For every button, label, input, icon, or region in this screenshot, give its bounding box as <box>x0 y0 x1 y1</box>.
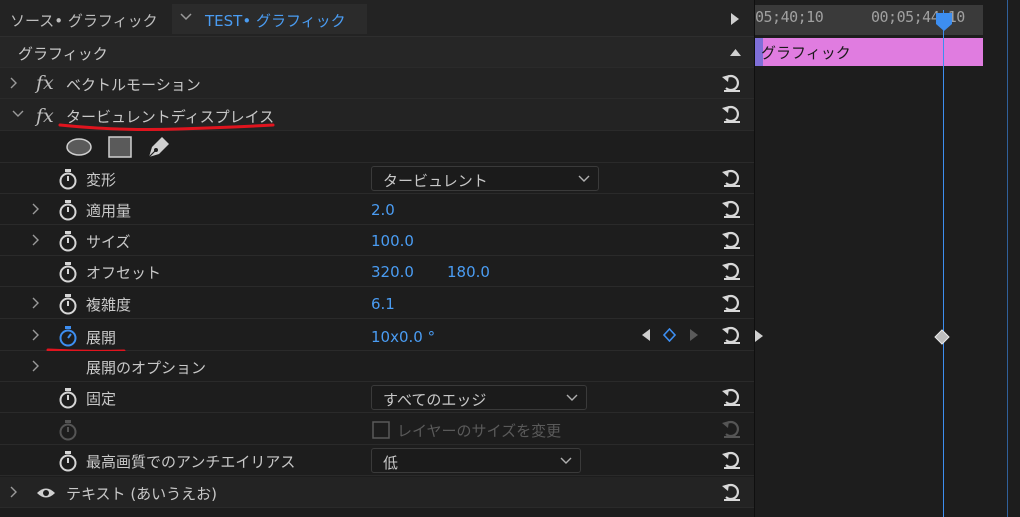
keyframe-offscreen-icon[interactable] <box>755 330 763 342</box>
evolution-value[interactable]: 10x0.0 ° <box>371 328 435 346</box>
chevron-down-icon <box>566 394 578 401</box>
reset-icon[interactable] <box>721 198 743 220</box>
chevron-right-icon[interactable] <box>10 77 18 89</box>
checkbox-label: レイヤーのサイズを変更 <box>397 422 562 440</box>
chevron-down-icon[interactable] <box>12 110 24 118</box>
dropdown-value: タービュレント <box>383 172 488 190</box>
ellipse-mask-icon[interactable] <box>66 138 92 156</box>
param-label: オフセット <box>86 264 162 282</box>
reset-icon[interactable] <box>721 103 743 125</box>
section-header: グラフィック <box>0 37 754 68</box>
layer-row-text[interactable]: テキスト (あいうえお) <box>0 477 754 508</box>
dropdown-value: 低 <box>383 454 399 472</box>
param-label: サイズ <box>86 233 131 251</box>
bottom-spacer <box>0 508 754 517</box>
stopwatch-icon[interactable] <box>58 261 78 283</box>
graphic-clip[interactable]: グラフィック <box>755 38 983 66</box>
param-row-amount: 適用量 2.0 <box>0 194 754 225</box>
source-tab[interactable]: ソース• グラフィック <box>10 10 158 31</box>
reset-disabled-icon <box>722 420 740 438</box>
chevron-down-icon <box>560 457 572 464</box>
dropdown-value: すべてのエッジ <box>383 391 487 409</box>
stopwatch-icon[interactable] <box>58 230 78 252</box>
reset-icon[interactable] <box>721 229 743 251</box>
chevron-down-icon <box>578 175 590 182</box>
param-label: 適用量 <box>86 202 132 220</box>
fx-icon[interactable]: fx <box>36 105 54 127</box>
offset-x-value[interactable]: 320.0 <box>371 263 414 281</box>
param-label: 最高画質でのアンチエイリアス <box>86 453 296 471</box>
size-value[interactable]: 100.0 <box>371 232 414 250</box>
stopwatch-icon[interactable] <box>58 168 78 190</box>
prev-keyframe-icon[interactable] <box>642 329 651 341</box>
offset-y-value[interactable]: 180.0 <box>447 263 490 281</box>
param-row-complexity: 複雑度 6.1 <box>0 288 754 319</box>
param-row-evolution-options: 展開のオプション <box>0 351 754 382</box>
chevron-right-icon[interactable] <box>32 329 40 341</box>
sequence-label[interactable]: TEST• グラフィック <box>205 10 346 31</box>
pinning-dropdown[interactable]: すべてのエッジ <box>371 385 587 410</box>
pen-mask-icon[interactable] <box>146 134 172 160</box>
timeline-edge-line <box>1007 0 1008 517</box>
param-label: 展開のオプション <box>86 359 207 377</box>
param-label: 固定 <box>86 390 117 408</box>
effect-name: ベクトルモーション <box>66 76 201 94</box>
stopwatch-icon[interactable] <box>58 293 78 315</box>
rectangle-mask-icon[interactable] <box>108 136 132 158</box>
add-keyframe-icon[interactable] <box>663 328 676 342</box>
chevron-right-icon[interactable] <box>10 486 18 498</box>
stopwatch-disabled-icon <box>59 420 77 441</box>
param-row-size: サイズ 100.0 <box>0 225 754 256</box>
eye-icon[interactable] <box>36 486 56 500</box>
antialias-dropdown[interactable]: 低 <box>371 448 581 473</box>
param-label: 複雑度 <box>86 296 132 314</box>
reset-icon[interactable] <box>721 167 743 189</box>
reset-icon[interactable] <box>721 386 743 408</box>
deform-dropdown[interactable]: タービュレント <box>371 166 599 191</box>
param-row-resize-layer: レイヤーのサイズを変更 <box>0 414 754 445</box>
timeline-panel: 05;40;10 00;05;44;10 グラフィック <box>755 0 1020 517</box>
timecode-start: 05;40;10 <box>755 8 824 26</box>
amount-value[interactable]: 2.0 <box>371 201 395 219</box>
chevron-right-icon[interactable] <box>32 360 40 372</box>
param-row-pinning: 固定 すべてのエッジ <box>0 382 754 413</box>
effect-row-vector-motion[interactable]: fx ベクトルモーション <box>0 68 754 99</box>
clip-label: グラフィック <box>761 44 851 62</box>
playhead-line[interactable] <box>943 10 944 517</box>
mask-tools-row <box>0 131 754 163</box>
chevron-right-icon[interactable] <box>32 297 40 309</box>
playhead-handle-icon[interactable] <box>935 12 953 32</box>
reset-icon[interactable] <box>721 324 743 346</box>
reset-icon[interactable] <box>721 292 743 314</box>
panel-header: ソース• グラフィック TEST• グラフィック <box>0 0 754 37</box>
collapse-up-icon[interactable] <box>730 48 741 56</box>
section-title: グラフィック <box>18 45 108 63</box>
reset-icon[interactable] <box>721 481 743 503</box>
reset-icon[interactable] <box>721 449 743 471</box>
resize-layer-checkbox[interactable] <box>372 421 390 439</box>
param-label: 展開 <box>86 329 117 347</box>
layer-name: テキスト (あいうえお) <box>66 485 218 503</box>
chevron-down-icon[interactable] <box>180 12 192 22</box>
stopwatch-active-icon[interactable] <box>58 325 78 347</box>
param-row-antialias: 最高画質でのアンチエイリアス 低 <box>0 445 754 476</box>
next-keyframe-icon[interactable] <box>690 329 699 341</box>
fx-icon[interactable]: fx <box>36 72 54 94</box>
chevron-right-icon[interactable] <box>32 203 40 215</box>
reset-icon[interactable] <box>721 72 743 94</box>
stopwatch-icon[interactable] <box>58 387 78 409</box>
keyframe-diamond-icon[interactable] <box>934 329 950 345</box>
param-row-deform: 変形 タービュレント <box>0 163 754 194</box>
stopwatch-icon[interactable] <box>58 450 78 472</box>
stopwatch-icon[interactable] <box>58 199 78 221</box>
complexity-value[interactable]: 6.1 <box>371 295 395 313</box>
play-triangle-icon[interactable] <box>730 13 740 25</box>
param-label: 変形 <box>86 171 117 189</box>
reset-icon[interactable] <box>721 260 743 282</box>
chevron-right-icon[interactable] <box>32 234 40 246</box>
param-row-offset: オフセット 320.0 180.0 <box>0 256 754 287</box>
